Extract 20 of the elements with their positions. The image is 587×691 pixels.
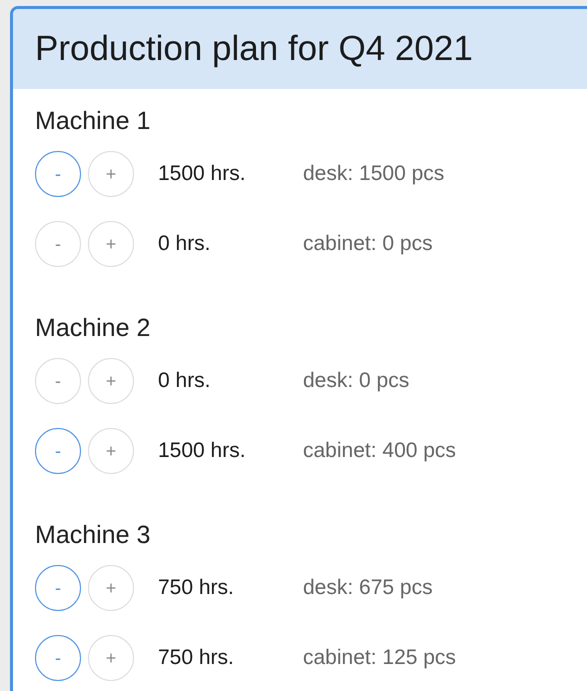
hours-value: 750 hrs. xyxy=(158,646,235,670)
machine-heading: Machine 2 xyxy=(35,313,152,343)
output-value: cabinet: 400 pcs xyxy=(303,439,456,463)
machine-heading: Machine 1 xyxy=(35,106,152,136)
output-value: desk: 1500 pcs xyxy=(303,162,444,186)
hours-value: 0 hrs. xyxy=(158,232,212,256)
output-value: cabinet: 0 pcs xyxy=(303,232,433,256)
decrease-button[interactable]: - xyxy=(35,428,81,474)
decrease-button[interactable]: - xyxy=(35,565,81,611)
decrease-button[interactable]: - xyxy=(35,151,81,197)
hours-value: 1500 hrs. xyxy=(158,439,247,463)
hours-value: 750 hrs. xyxy=(158,576,235,600)
output-value: cabinet: 125 pcs xyxy=(303,646,456,670)
machine-heading: Machine 3 xyxy=(35,520,152,550)
hours-value: 1500 hrs. xyxy=(158,162,247,186)
output-value: desk: 675 pcs xyxy=(303,576,433,600)
hours-value: 0 hrs. xyxy=(158,369,212,393)
decrease-button[interactable]: - xyxy=(35,635,81,681)
output-value: desk: 0 pcs xyxy=(303,369,410,393)
plan-title: Production plan for Q4 2021 xyxy=(35,29,473,69)
